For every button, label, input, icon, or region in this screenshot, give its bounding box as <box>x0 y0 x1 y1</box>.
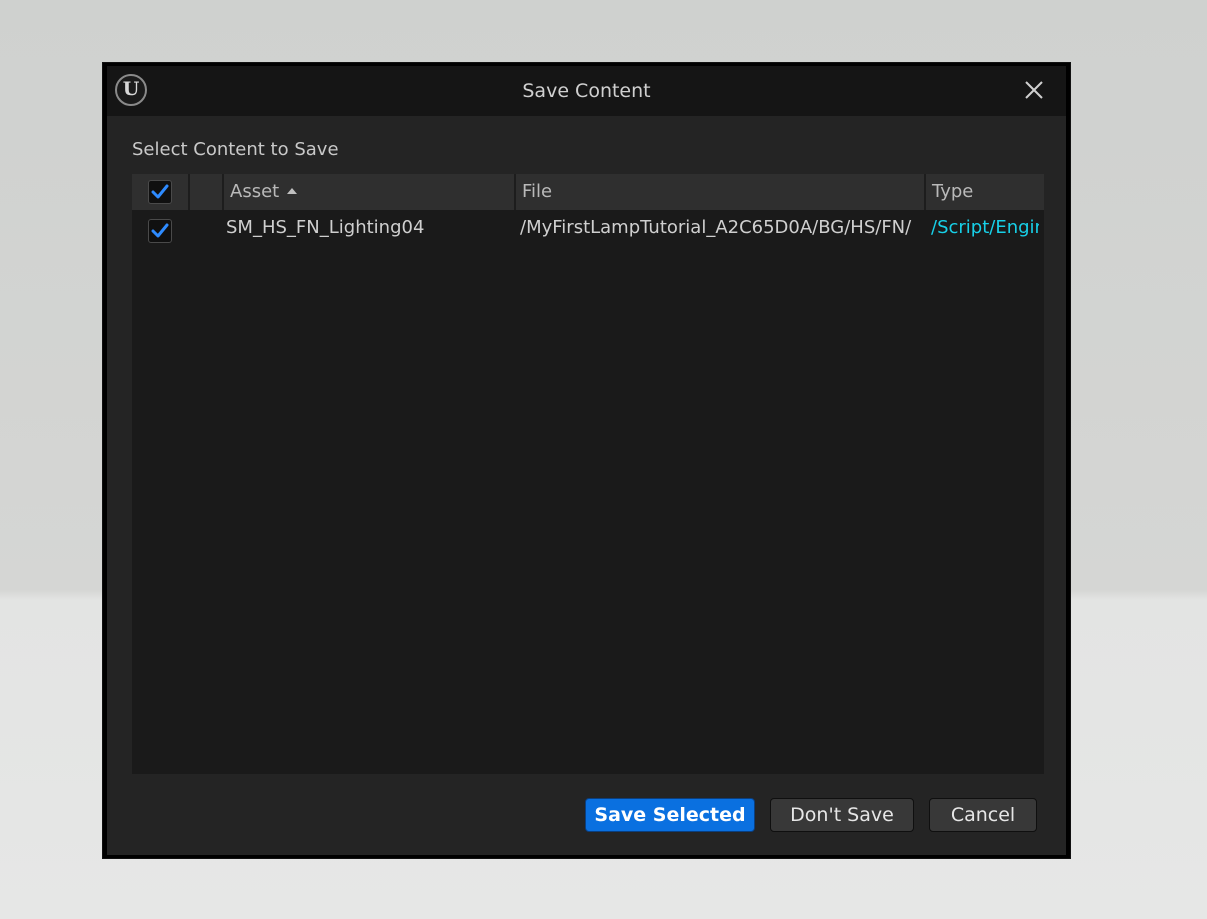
close-button[interactable] <box>1020 76 1048 104</box>
checkmark-icon <box>151 223 169 238</box>
select-all-checkbox[interactable] <box>148 180 172 204</box>
asset-column-header[interactable]: Asset <box>224 174 516 210</box>
cancel-button[interactable]: Cancel <box>929 798 1037 832</box>
type-link[interactable]: /Script/Engine <box>931 210 1039 246</box>
section-label: Select Content to Save <box>132 139 339 160</box>
type-column-label: Type <box>932 181 974 202</box>
file-column-header[interactable]: File <box>516 174 926 210</box>
dont-save-button[interactable]: Don't Save <box>770 798 914 832</box>
content-table: Asset File Type SM_HS_FN_Lighting04 /MyF… <box>132 174 1044 774</box>
type-column-header[interactable]: Type <box>926 174 1044 210</box>
dialog-title: Save Content <box>522 80 651 102</box>
icon-column-header[interactable] <box>190 174 224 210</box>
close-icon <box>1025 81 1043 99</box>
save-content-dialog: U Save Content Select Content to Save As… <box>102 62 1071 859</box>
asset-cell: SM_HS_FN_Lighting04 <box>226 217 425 238</box>
table-header: Asset File Type <box>132 174 1044 210</box>
sort-ascending-icon <box>287 188 298 194</box>
title-bar[interactable]: U Save Content <box>107 66 1066 116</box>
table-row[interactable]: SM_HS_FN_Lighting04 /MyFirstLampTutorial… <box>132 210 1044 246</box>
row-checkbox[interactable] <box>148 219 172 243</box>
file-column-label: File <box>522 181 553 202</box>
checkmark-icon <box>151 184 169 199</box>
asset-column-label: Asset <box>230 181 280 202</box>
save-selected-button[interactable]: Save Selected <box>585 798 755 832</box>
dialog-body: U Save Content Select Content to Save As… <box>107 66 1066 855</box>
file-cell: /MyFirstLampTutorial_A2C65D0A/BG/HS/FN/ <box>520 217 912 238</box>
select-all-column-header <box>132 174 190 210</box>
